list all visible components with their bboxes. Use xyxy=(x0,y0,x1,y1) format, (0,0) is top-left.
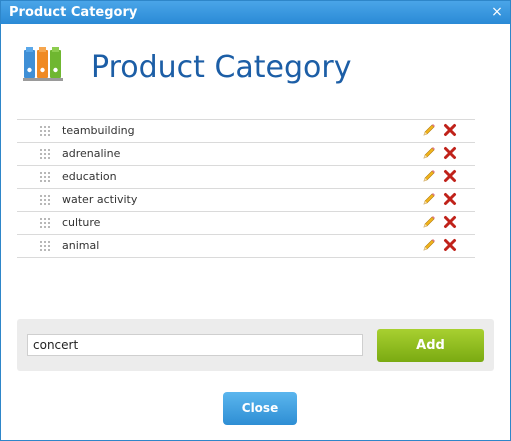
pencil-icon[interactable] xyxy=(422,169,436,183)
category-row[interactable]: teambuilding xyxy=(17,120,475,143)
category-row[interactable]: culture xyxy=(17,212,475,235)
category-label: animal xyxy=(62,239,100,252)
delete-icon[interactable] xyxy=(443,192,457,206)
add-category-panel: Add xyxy=(17,319,494,371)
close-button[interactable]: Close xyxy=(223,392,297,425)
pencil-icon[interactable] xyxy=(422,192,436,206)
title-bar[interactable]: Product Category × xyxy=(1,1,510,24)
delete-icon[interactable] xyxy=(443,238,457,252)
category-name-input[interactable] xyxy=(27,334,363,356)
category-label: adrenaline xyxy=(62,147,121,160)
category-row[interactable]: water activity xyxy=(17,189,475,212)
category-row[interactable]: animal xyxy=(17,235,475,258)
category-row[interactable]: adrenaline xyxy=(17,143,475,166)
drag-handle-icon[interactable] xyxy=(40,172,51,183)
binders-icon xyxy=(23,47,63,81)
close-icon[interactable]: × xyxy=(490,4,504,20)
category-list: teambuilding adrenaline education water act… xyxy=(17,119,475,258)
pencil-icon[interactable] xyxy=(422,215,436,229)
category-label: education xyxy=(62,170,117,183)
drag-handle-icon[interactable] xyxy=(40,241,51,252)
drag-handle-icon[interactable] xyxy=(40,126,51,137)
category-label: water activity xyxy=(62,193,138,206)
pencil-icon[interactable] xyxy=(422,238,436,252)
delete-icon[interactable] xyxy=(443,146,457,160)
window-title: Product Category xyxy=(9,5,138,20)
delete-icon[interactable] xyxy=(443,123,457,137)
category-label: culture xyxy=(62,216,101,229)
page-heading: Product Category xyxy=(91,50,352,85)
add-button[interactable]: Add xyxy=(377,329,484,362)
drag-handle-icon[interactable] xyxy=(40,218,51,229)
category-label: teambuilding xyxy=(62,124,135,137)
category-row[interactable]: education xyxy=(17,166,475,189)
delete-icon[interactable] xyxy=(443,215,457,229)
drag-handle-icon[interactable] xyxy=(40,149,51,160)
pencil-icon[interactable] xyxy=(422,146,436,160)
product-category-dialog: Product Category × Product Category team… xyxy=(0,0,511,441)
pencil-icon[interactable] xyxy=(422,123,436,137)
drag-handle-icon[interactable] xyxy=(40,195,51,206)
delete-icon[interactable] xyxy=(443,169,457,183)
